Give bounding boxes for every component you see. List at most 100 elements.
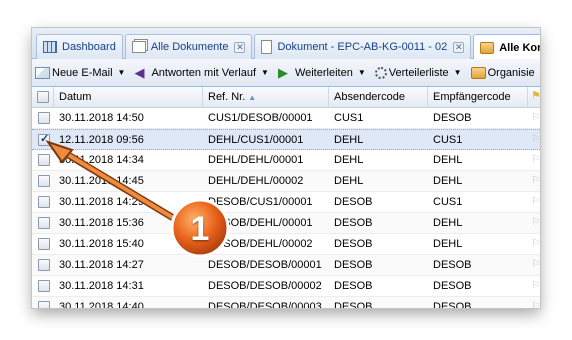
reply-icon: ◀ xyxy=(134,64,145,80)
cell-sender-code: DEHL xyxy=(334,154,364,166)
cell-sender-code: DEHL xyxy=(334,175,364,187)
row-checkbox[interactable] xyxy=(38,196,50,208)
cell-ref: DESOB/DESOB/00003 xyxy=(208,301,322,308)
tab-label: Dashboard xyxy=(62,41,116,53)
cell-ref: DEHL/DEHL/00002 xyxy=(208,175,304,187)
reply-with-history-button[interactable]: ◀ Antworten mit Verlauf ▼ xyxy=(134,64,269,80)
close-icon[interactable]: ✕ xyxy=(453,41,465,53)
document-icon xyxy=(261,40,273,54)
table-row[interactable]: 30.11.2018 15:36 DESOB/DEHL/00001 DESOB DEH… xyxy=(32,213,540,234)
cell-sender-code: DESOB xyxy=(334,238,373,250)
table-row[interactable]: 30.11.2018 14:27 DESOB/DESOB/00001 DESOB DE… xyxy=(32,255,540,276)
column-header-label: Ref. Nr. xyxy=(208,91,246,103)
row-checkbox[interactable] xyxy=(38,175,50,187)
flag-icon[interactable]: ⚐ xyxy=(531,279,540,292)
table-row[interactable]: 30.11.2018 14:45 DEHL/DEHL/00002 DEHL DEHL ⚐ xyxy=(32,171,540,192)
forward-label: Weiterleiten xyxy=(294,66,353,79)
flag-icon[interactable]: ⚐ xyxy=(531,174,540,187)
cell-date: 30.11.2018 14:40 xyxy=(59,301,144,308)
grid-header: Datum Ref. Nr. ▲ Absendercode Empfängerco… xyxy=(32,87,540,108)
tab-strip: Dashboard Alle Dokumente ✕ Dokument - EP… xyxy=(32,28,540,60)
distribution-list-label: Verteilerliste xyxy=(388,66,449,79)
tab-label: Alle Dokumente xyxy=(150,41,229,53)
flag-icon[interactable]: ⚐ xyxy=(531,258,540,271)
column-header-sender-code[interactable]: Absendercode xyxy=(329,87,428,108)
flag-column-icon[interactable]: ⚑ xyxy=(531,90,540,103)
organize-button[interactable]: Organisie xyxy=(470,66,535,79)
table-row[interactable]: 30.11.2018 14:34 DEHL/DEHL/00001 DEHL DEHL ⚐ xyxy=(32,150,540,171)
distribution-list-button[interactable]: Verteilerliste ▼ xyxy=(374,66,462,79)
row-checkbox[interactable] xyxy=(38,154,50,166)
row-checkbox[interactable] xyxy=(38,280,50,292)
cell-sender-code: DESOB xyxy=(334,196,373,208)
tab-label: Alle Korres xyxy=(499,41,540,54)
grid-body: 30.11.2018 14:50 CUS1/DESOB/00001 CUS1 DESO… xyxy=(32,108,540,308)
row-checkbox[interactable] xyxy=(38,217,50,229)
cell-date: 30.11.2018 14:34 xyxy=(59,154,144,166)
flag-icon[interactable]: ⚐ xyxy=(531,153,540,166)
dropdown-arrow-icon[interactable]: ▼ xyxy=(454,68,462,77)
cell-recipient-code: DESOB xyxy=(433,301,472,308)
table-row[interactable]: 30.11.2018 14:29 DESOB/CUS1/00001 DESOB CUS… xyxy=(32,192,540,213)
new-email-button[interactable]: Neue E-Mail ▼ xyxy=(35,66,126,79)
dropdown-arrow-icon[interactable]: ▼ xyxy=(358,68,366,77)
row-checkbox[interactable] xyxy=(38,112,50,124)
column-header-label: Datum xyxy=(59,91,92,103)
row-checkbox[interactable] xyxy=(38,132,50,146)
table-row[interactable]: 30.11.2018 14:31 DESOB/DESOB/00002 DESOB DE… xyxy=(32,276,540,297)
organize-label: Organisie xyxy=(487,66,535,79)
forward-button[interactable]: ▶ Weiterleiten ▼ xyxy=(277,64,366,80)
folder-icon xyxy=(470,66,486,79)
flag-icon[interactable]: ⚐ xyxy=(531,133,540,146)
cell-ref: DESOB/CUS1/00001 xyxy=(208,196,313,208)
row-checkbox[interactable] xyxy=(38,259,50,271)
cell-sender-code: DEHL xyxy=(334,134,364,146)
distribution-list-icon xyxy=(374,66,387,79)
flag-icon[interactable]: ⚐ xyxy=(531,216,540,229)
dashboard-icon xyxy=(43,41,57,53)
cell-date: 30.11.2018 14:45 xyxy=(59,175,144,187)
row-checkbox[interactable] xyxy=(38,238,50,250)
column-header-ref[interactable]: Ref. Nr. ▲ xyxy=(203,87,329,108)
flag-icon[interactable]: ⚐ xyxy=(531,111,540,124)
table-row[interactable]: 30.11.2018 14:40 DESOB/DESOB/00003 DESOB DE… xyxy=(32,297,540,308)
forward-icon: ▶ xyxy=(277,64,288,80)
cell-date: 12.11.2018 09:56 xyxy=(59,134,144,146)
new-mail-icon xyxy=(35,66,50,79)
cell-recipient-code: DEHL xyxy=(433,175,463,187)
select-all-checkbox[interactable] xyxy=(37,91,49,103)
cell-ref: DESOB/DESOB/00001 xyxy=(208,259,322,271)
column-header-date[interactable]: Datum xyxy=(54,87,203,108)
table-row[interactable]: 12.11.2018 09:56 DEHL/CUS1/00001 DEHL CUS1 ⚐ xyxy=(32,129,540,150)
sort-ascending-icon: ▲ xyxy=(248,93,257,102)
close-icon[interactable]: ✕ xyxy=(234,41,246,53)
cell-recipient-code: DEHL xyxy=(433,217,463,229)
cell-sender-code: DESOB xyxy=(334,280,373,292)
app-window: Dashboard Alle Dokumente ✕ Dokument - EP… xyxy=(32,28,540,308)
dropdown-arrow-icon[interactable]: ▼ xyxy=(118,68,126,77)
cell-sender-code: CUS1 xyxy=(334,112,364,124)
dropdown-arrow-icon[interactable]: ▼ xyxy=(261,68,269,77)
cell-recipient-code: DEHL xyxy=(433,154,463,166)
cell-date: 30.11.2018 14:31 xyxy=(59,280,144,292)
cell-recipient-code: DESOB xyxy=(433,280,472,292)
callout-number: 1 xyxy=(190,210,210,248)
cell-date: 30.11.2018 14:50 xyxy=(59,112,144,124)
row-checkbox[interactable] xyxy=(38,301,50,308)
column-header-recipient-code[interactable]: Empfängercode xyxy=(428,87,528,108)
flag-icon[interactable]: ⚐ xyxy=(531,237,540,250)
flag-icon[interactable]: ⚐ xyxy=(531,195,540,208)
cell-date: 30.11.2018 14:27 xyxy=(59,259,144,271)
table-row[interactable]: 30.11.2018 14:50 CUS1/DESOB/00001 CUS1 DESO… xyxy=(32,108,540,129)
table-row[interactable]: 30.11.2018 15:40 DESOB/DEHL/00002 DESOB DEH… xyxy=(32,234,540,255)
cell-date: 30.11.2018 14:29 xyxy=(59,196,144,208)
cell-ref: DEHL/DEHL/00001 xyxy=(208,154,304,166)
folder-icon xyxy=(480,41,495,54)
flag-icon[interactable]: ⚐ xyxy=(531,300,540,308)
reply-label: Antworten mit Verlauf xyxy=(151,66,257,79)
column-header-label: Absendercode xyxy=(334,91,405,103)
tab-alle-korrespondenz[interactable]: Alle Korres xyxy=(473,34,540,60)
tab-dokument[interactable]: Dokument - EPC-AB-KG-0011 - 02 ✕ xyxy=(254,34,472,59)
tab-alle-dokumente[interactable]: Alle Dokumente ✕ xyxy=(124,34,253,59)
tab-dashboard[interactable]: Dashboard xyxy=(36,34,123,59)
